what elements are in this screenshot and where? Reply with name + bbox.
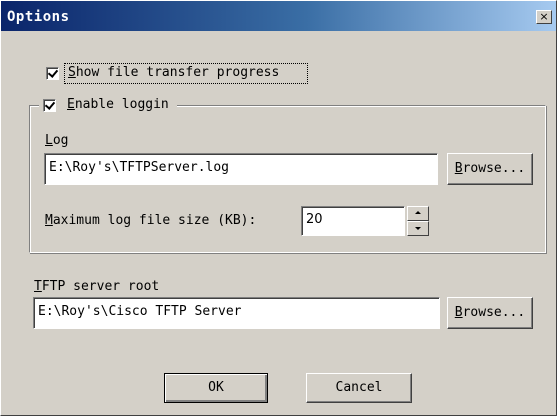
close-icon: × bbox=[539, 10, 549, 23]
log-label: Log bbox=[45, 133, 69, 148]
arrow-down-icon bbox=[415, 227, 421, 230]
root-browse-button[interactable]: Browse... bbox=[447, 297, 533, 329]
logging-group-legend: Enable loggin bbox=[39, 96, 177, 114]
show-progress-label[interactable]: Show file transfer progress bbox=[68, 65, 279, 80]
spin-up-button[interactable] bbox=[407, 206, 429, 221]
max-log-size-input[interactable]: 20 bbox=[301, 206, 405, 236]
server-root-label: TFTP server root bbox=[34, 279, 160, 294]
options-dialog: Options × Show file transfer progress En… bbox=[0, 0, 557, 416]
max-log-size-spinner bbox=[407, 206, 429, 236]
max-log-size-label: Maximum log file size (KB): bbox=[45, 213, 257, 228]
close-button[interactable]: × bbox=[536, 10, 552, 24]
server-root-input[interactable]: E:\Roy's\Cisco TFTP Server bbox=[33, 297, 440, 329]
arrow-up-icon bbox=[415, 211, 421, 214]
enable-logging-label[interactable]: Enable loggin bbox=[67, 97, 169, 112]
spin-down-button[interactable] bbox=[407, 221, 429, 236]
title-bar[interactable]: Options × bbox=[1, 1, 556, 31]
cancel-button[interactable]: Cancel bbox=[306, 373, 412, 403]
log-browse-button[interactable]: Browse... bbox=[447, 153, 533, 185]
window-title: Options bbox=[7, 9, 70, 25]
show-progress-checkbox[interactable] bbox=[46, 67, 59, 80]
ok-button[interactable]: OK bbox=[164, 373, 268, 403]
enable-logging-checkbox[interactable] bbox=[43, 99, 56, 112]
log-path-input[interactable]: E:\Roy's\TFTPServer.log bbox=[44, 153, 438, 185]
